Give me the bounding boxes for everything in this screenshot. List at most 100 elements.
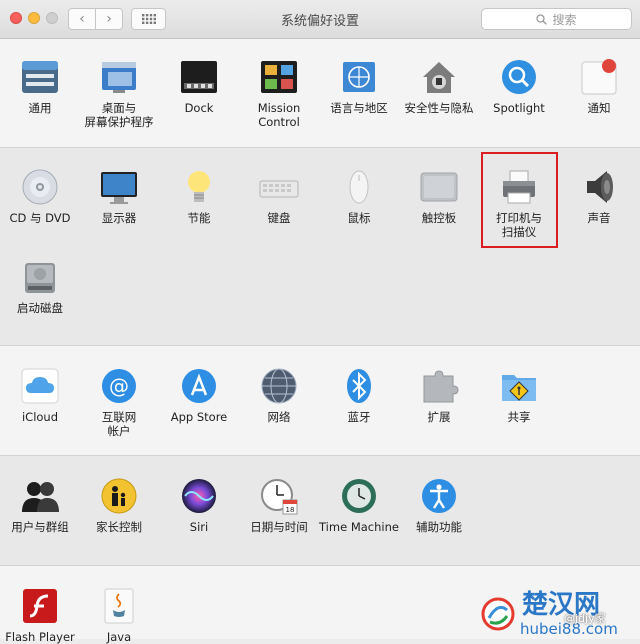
- pref-label: 家长控制: [96, 520, 142, 534]
- pref-label: 启动磁盘: [17, 301, 63, 315]
- grid-icon: [141, 14, 156, 24]
- pref-spotlight[interactable]: Spotlight: [479, 57, 559, 115]
- at-sign-icon: @: [99, 366, 139, 406]
- pref-security[interactable]: 安全性与隐私: [399, 57, 479, 115]
- minimize-window-button[interactable]: [28, 12, 40, 24]
- mission-control-icon: [259, 57, 299, 97]
- pref-label: 触控板: [421, 211, 457, 225]
- pref-label: App Store: [170, 410, 228, 424]
- speaker-icon: [579, 167, 619, 207]
- pref-label: 网络: [267, 410, 291, 424]
- time-machine-icon: [339, 476, 379, 516]
- pref-language[interactable]: 语言与地区: [319, 57, 399, 115]
- pref-users[interactable]: 用户与群组: [0, 476, 80, 534]
- pref-mouse[interactable]: 鼠标: [319, 167, 399, 225]
- pref-java[interactable]: Java: [79, 586, 159, 644]
- pref-sound[interactable]: 声音: [559, 167, 639, 225]
- pref-label: 日期与时间: [250, 520, 308, 534]
- pref-trackpad[interactable]: 触控板: [399, 167, 479, 225]
- pref-cd-dvd[interactable]: CD 与 DVD: [0, 167, 80, 225]
- pref-dock[interactable]: Dock: [159, 57, 239, 115]
- bluetooth-icon: [339, 366, 379, 406]
- close-window-button[interactable]: [10, 12, 22, 24]
- pref-date-time[interactable]: 18 日期与时间: [239, 476, 319, 534]
- pref-label: 扩展: [427, 410, 451, 424]
- pref-flash-player[interactable]: Flash Player: [0, 586, 80, 644]
- pref-notifications[interactable]: 通知: [559, 57, 639, 115]
- pref-parental[interactable]: 家长控制: [79, 476, 159, 534]
- display-icon: [99, 167, 139, 207]
- pref-label: Flash Player: [5, 630, 75, 644]
- pref-label: 语言与地区: [330, 101, 388, 115]
- globe-flag-icon: [339, 57, 379, 97]
- zoom-window-button[interactable]: [46, 12, 58, 24]
- search-placeholder: 搜索: [552, 12, 577, 27]
- pref-label: 用户与群组: [11, 520, 69, 534]
- pref-startup-disk[interactable]: 启动磁盘: [0, 257, 80, 315]
- pref-label: 共享: [507, 410, 531, 424]
- pref-desktop[interactable]: 桌面与 屏幕保护程序: [79, 57, 159, 129]
- pref-internet-accounts[interactable]: @ 互联网 帐户: [79, 366, 159, 438]
- pref-extensions[interactable]: 扩展: [399, 366, 479, 424]
- puzzle-icon: [419, 366, 459, 406]
- pref-label: 辅助功能: [416, 520, 462, 534]
- pref-label: 键盘: [267, 211, 291, 225]
- svg-text:18: 18: [286, 506, 295, 514]
- pref-keyboard[interactable]: 键盘: [239, 167, 319, 225]
- pref-label: 蓝牙: [347, 410, 371, 424]
- sharing-folder-icon: [499, 366, 539, 406]
- pref-energy[interactable]: 节能: [159, 167, 239, 225]
- flash-icon: [20, 586, 60, 626]
- parental-icon: [99, 476, 139, 516]
- highlight-box: [481, 152, 558, 248]
- clock-calendar-icon: 18: [259, 476, 299, 516]
- back-button[interactable]: ‹: [68, 8, 96, 30]
- desktop-icon: [99, 57, 139, 97]
- java-icon: [99, 586, 139, 626]
- pref-network[interactable]: 网络: [239, 366, 319, 424]
- pref-label: Spotlight: [493, 101, 545, 115]
- pref-mission-control[interactable]: Mission Control: [239, 57, 319, 129]
- cd-icon: [20, 167, 60, 207]
- forward-button[interactable]: ›: [95, 8, 123, 30]
- mouse-icon: [339, 167, 379, 207]
- dock-icon: [179, 57, 219, 97]
- pref-accessibility[interactable]: 辅助功能: [399, 476, 479, 534]
- magnifier-icon: [499, 57, 539, 97]
- house-lock-icon: [419, 57, 459, 97]
- pref-label: 鼠标: [347, 211, 371, 225]
- keyboard-icon: [259, 167, 299, 207]
- pref-label: CD 与 DVD: [9, 211, 71, 225]
- pref-siri[interactable]: Siri: [159, 476, 239, 534]
- pref-app-store[interactable]: App Store: [159, 366, 239, 424]
- watermark-logo: [481, 597, 515, 631]
- chevron-right-icon: ›: [106, 11, 112, 27]
- pref-label: 安全性与隐私: [404, 101, 474, 115]
- pref-sharing[interactable]: 共享: [479, 366, 559, 424]
- pref-label: 声音: [587, 211, 611, 225]
- pref-displays[interactable]: 显示器: [79, 167, 159, 225]
- hard-disk-icon: [20, 257, 60, 297]
- network-globe-icon: [259, 366, 299, 406]
- svg-text:@: @: [109, 374, 129, 398]
- pref-label: 通用: [28, 101, 52, 115]
- notifications-icon: [579, 57, 619, 97]
- pref-time-machine[interactable]: Time Machine: [319, 476, 399, 534]
- pref-general[interactable]: 通用: [0, 57, 80, 115]
- cloud-icon: [20, 366, 60, 406]
- siri-icon: [179, 476, 219, 516]
- pref-label: Java: [106, 630, 132, 644]
- show-all-button[interactable]: [131, 8, 166, 30]
- pref-label: Time Machine: [319, 520, 399, 534]
- search-field[interactable]: 搜索: [481, 8, 632, 30]
- pref-icloud[interactable]: iCloud: [0, 366, 80, 424]
- pref-label: 互联网 帐户: [101, 410, 137, 438]
- lightbulb-icon: [179, 167, 219, 207]
- search-icon: [536, 13, 548, 25]
- pref-bluetooth[interactable]: 蓝牙: [319, 366, 399, 424]
- trackpad-icon: [419, 167, 459, 207]
- watermark-overlay-text: @jdjy家: [564, 612, 606, 625]
- pref-label: Dock: [184, 101, 214, 115]
- chevron-left-icon: ‹: [79, 11, 85, 27]
- pref-label: Mission Control: [257, 101, 301, 129]
